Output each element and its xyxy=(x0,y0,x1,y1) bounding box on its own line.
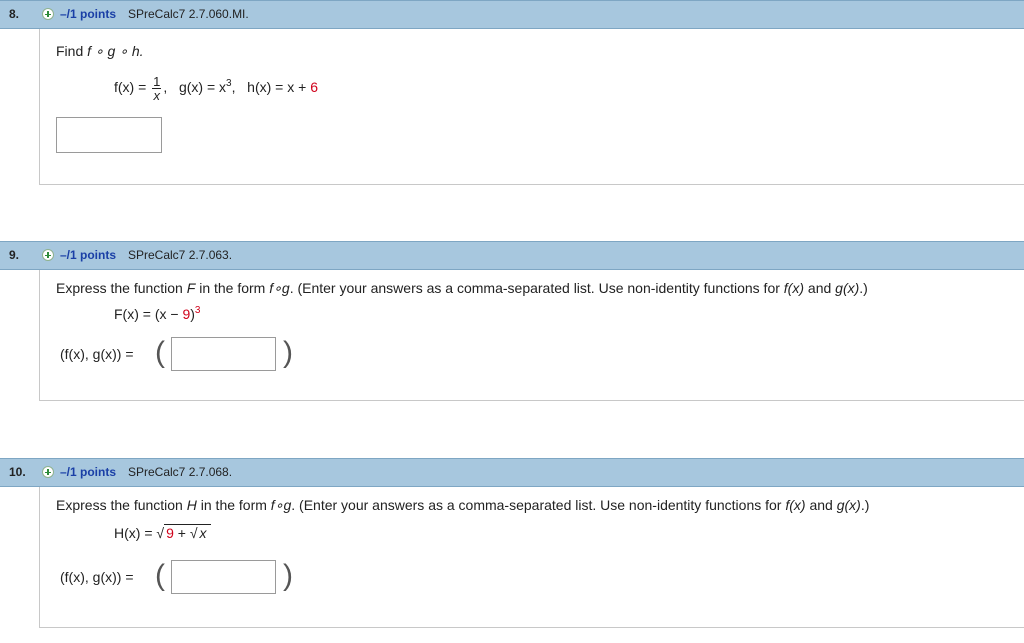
prompt-text: .) xyxy=(859,280,868,296)
h-definition: h(x) = x + xyxy=(247,79,307,96)
prompt-gx: g(x) xyxy=(836,497,861,513)
question-10: 10. –/1 points SPreCalc7 2.7.068. Expres… xyxy=(0,458,1024,628)
prompt-text: in the form xyxy=(199,280,266,296)
question-prompt: Express the function F in the form f∘g. … xyxy=(56,280,868,297)
prompt-text: . (Enter your answers as a comma-separat… xyxy=(289,280,780,296)
prompt-text: .) xyxy=(860,497,870,513)
inner-radical-sign: √ xyxy=(189,525,198,541)
answer-input[interactable] xyxy=(171,337,276,371)
close-paren: ) xyxy=(283,559,293,592)
answer-input[interactable] xyxy=(171,560,276,594)
question-number: 9. xyxy=(9,248,20,262)
prompt-text: . (Enter your answers as a comma-separat… xyxy=(291,497,782,513)
webassign-assignment-page: 8. –/1 points SPreCalc7 2.7.060.MI. Find… xyxy=(0,0,1024,643)
question-header: 9. –/1 points SPreCalc7 2.7.063. xyxy=(0,241,1024,270)
answer-label: (f(x), g(x)) = xyxy=(60,569,134,585)
function-definition: F(x) = (x − xyxy=(114,306,179,322)
answer-input[interactable] xyxy=(56,117,162,153)
prompt-fx: f(x) xyxy=(785,497,806,513)
prompt-text: Find xyxy=(56,43,84,59)
question-prompt: Find f ∘ g ∘ h. xyxy=(56,43,144,60)
open-paren: ( xyxy=(155,336,165,369)
prompt-text: Express the function xyxy=(56,497,183,513)
question-source: SPreCalc7 2.7.063. xyxy=(128,248,233,262)
question-body: Find f ∘ g ∘ h. f(x) = 1 x , g(x) = x3, … xyxy=(39,29,1024,185)
separator: , xyxy=(231,79,236,96)
prompt-fx: f(x) xyxy=(783,280,805,296)
function-exponent: 3 xyxy=(194,305,201,316)
plus-circle-icon[interactable] xyxy=(42,8,54,20)
given-functions: f(x) = 1 x , g(x) = x3, h(x) = x + 6 xyxy=(114,75,318,102)
f-denominator: x xyxy=(153,88,161,103)
question-header: 10. –/1 points SPreCalc7 2.7.068. xyxy=(0,458,1024,487)
answer-label: (f(x), g(x)) = xyxy=(60,346,134,362)
prompt-variable: F xyxy=(186,280,196,296)
question-points: –/1 points xyxy=(60,465,117,479)
prompt-text: and xyxy=(807,280,832,296)
question-8: 8. –/1 points SPreCalc7 2.7.060.MI. Find… xyxy=(0,0,1024,185)
plus-circle-icon[interactable] xyxy=(42,249,54,261)
question-prompt: Express the function H in the form f∘g. … xyxy=(56,497,869,514)
g-definition: g(x) = x xyxy=(178,79,227,96)
prompt-variable: H xyxy=(186,497,197,513)
question-points: –/1 points xyxy=(60,7,117,21)
function-definition: H(x) = xyxy=(114,525,153,541)
radicand: 9 + √ x xyxy=(164,524,211,541)
prompt-expression: f ∘ g ∘ h. xyxy=(87,43,144,59)
inner-radicand: x xyxy=(197,524,209,541)
question-body: Express the function F in the form f∘g. … xyxy=(39,270,1024,401)
question-header: 8. –/1 points SPreCalc7 2.7.060.MI. xyxy=(0,0,1024,29)
prompt-form: f∘g xyxy=(270,497,292,513)
prompt-text: and xyxy=(809,497,833,513)
prompt-text: Express the function xyxy=(56,280,183,296)
question-points: –/1 points xyxy=(60,248,117,262)
f-fraction: 1 x xyxy=(152,74,162,103)
f-numerator: 1 xyxy=(152,74,162,89)
question-source: SPreCalc7 2.7.060.MI. xyxy=(128,7,249,21)
question-source: SPreCalc7 2.7.068. xyxy=(128,465,233,479)
radicand-constant: 9 xyxy=(166,525,174,541)
separator: , xyxy=(163,79,168,96)
question-number: 10. xyxy=(9,465,26,479)
given-function: H(x) = √ 9 + √ x xyxy=(114,524,211,541)
question-body: Express the function H in the form f∘g. … xyxy=(39,487,1024,628)
h-constant: 6 xyxy=(310,79,318,96)
prompt-form: f∘g xyxy=(269,280,290,296)
open-paren: ( xyxy=(155,559,165,592)
sqrt-expression: √ 9 + √ x xyxy=(156,524,211,541)
given-function: F(x) = (x − 9)3 xyxy=(114,305,201,323)
f-definition-label: f(x) = xyxy=(114,79,147,96)
close-paren: ) xyxy=(283,336,293,369)
plus-circle-icon[interactable] xyxy=(42,466,54,478)
plus-sign: + xyxy=(177,525,186,541)
radical-sign: √ xyxy=(156,525,165,541)
prompt-text: in the form xyxy=(200,497,267,513)
question-number: 8. xyxy=(9,7,20,21)
question-9: 9. –/1 points SPreCalc7 2.7.063. Express… xyxy=(0,241,1024,401)
prompt-gx: g(x) xyxy=(835,280,860,296)
